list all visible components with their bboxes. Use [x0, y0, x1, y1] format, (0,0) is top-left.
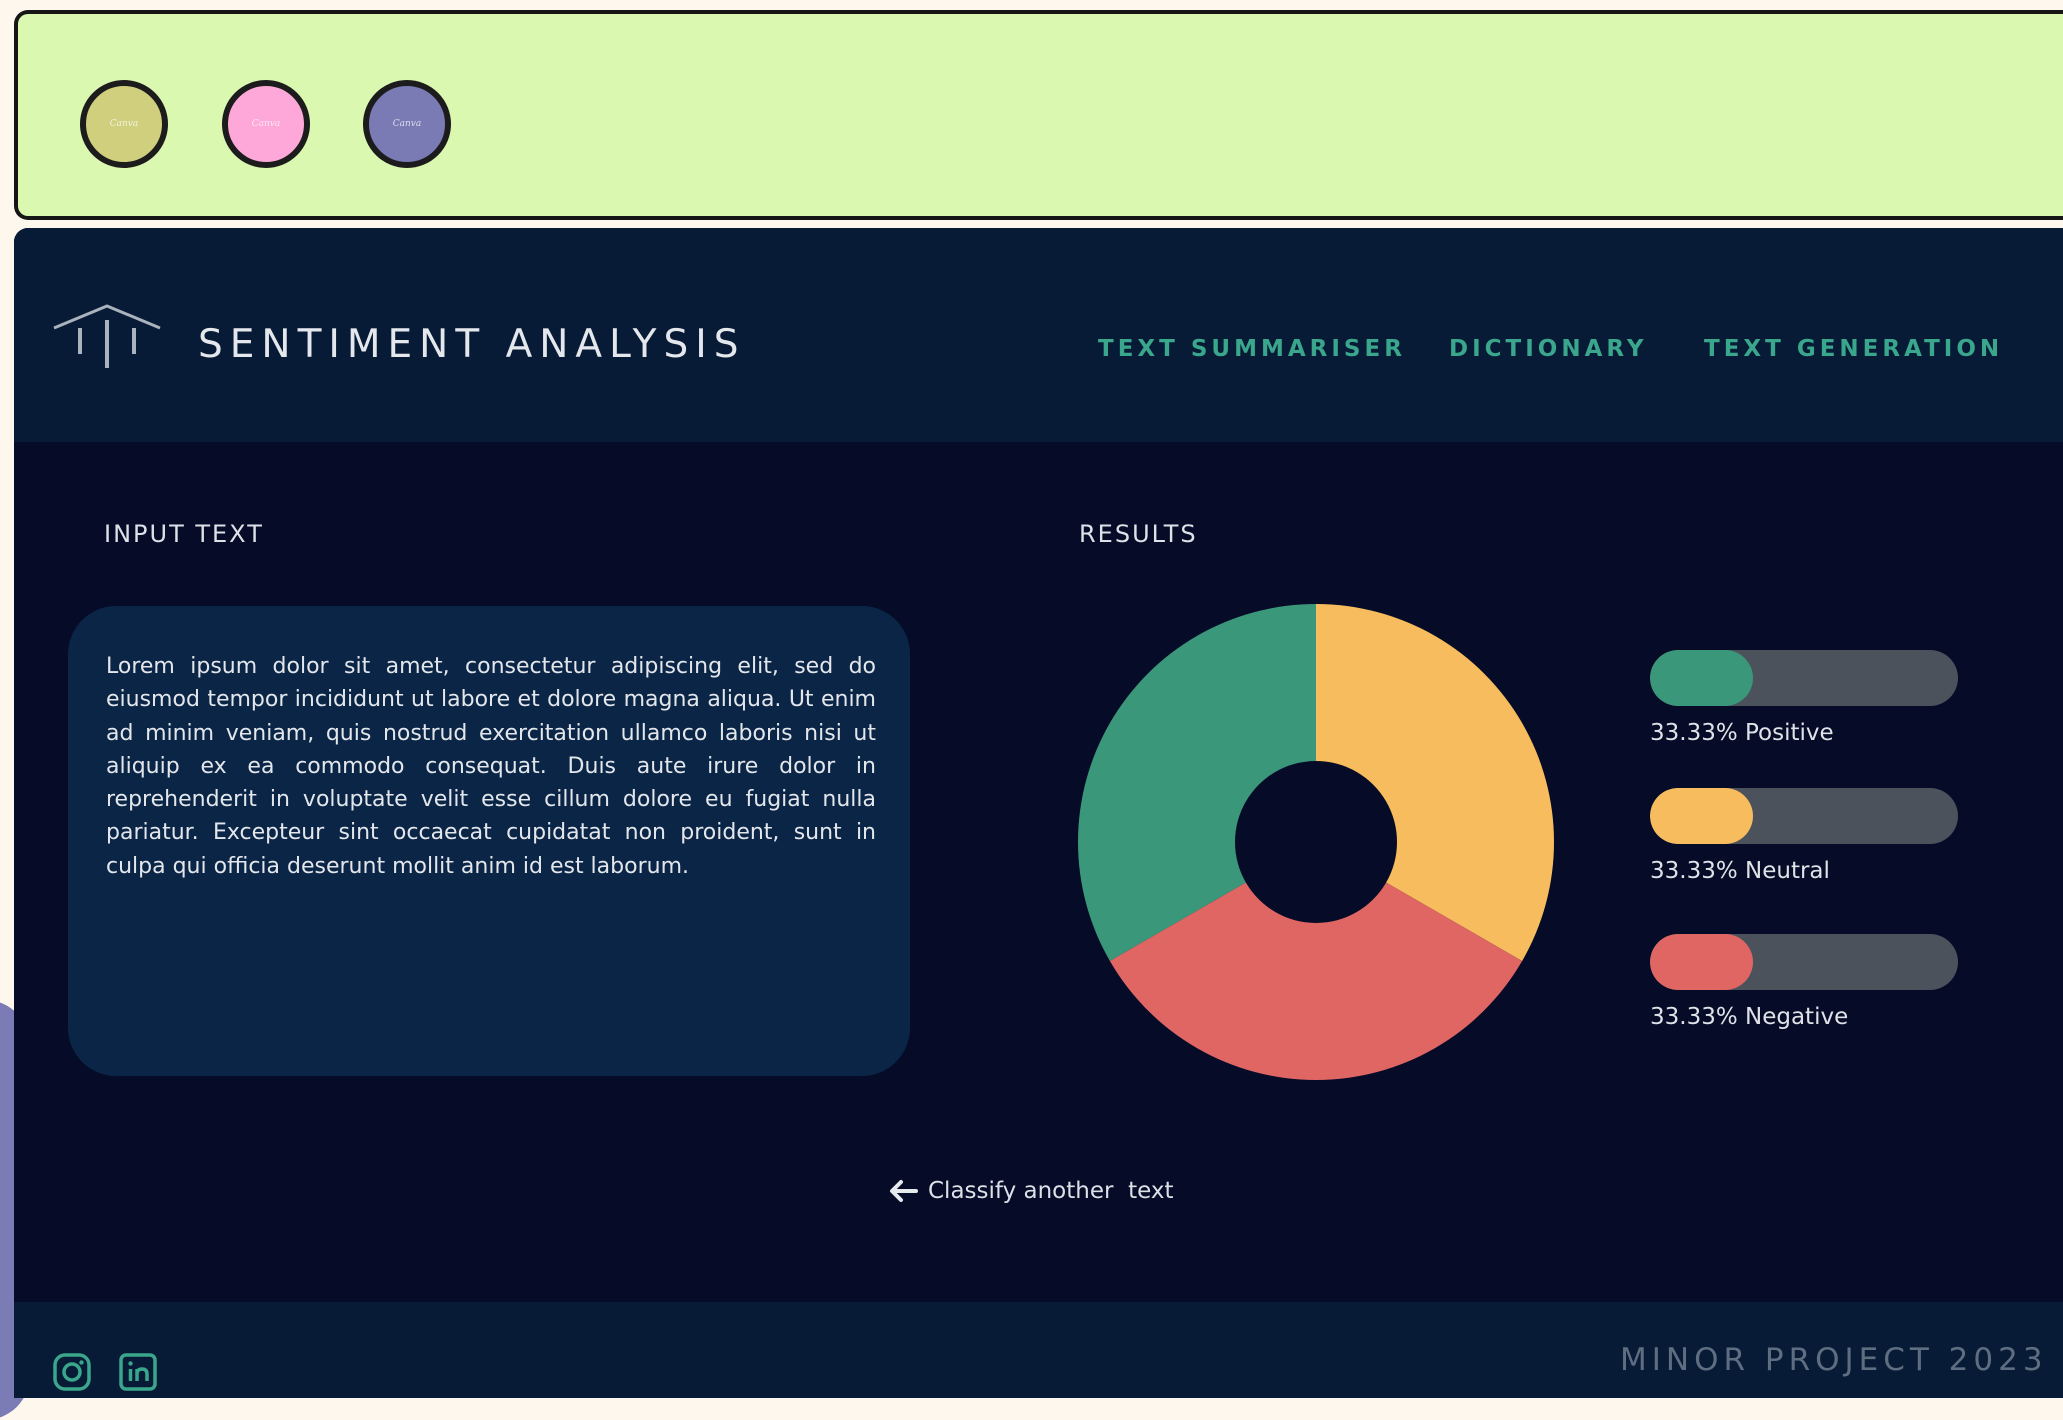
donut-slice-positive [1078, 604, 1316, 961]
results-section-label: RESULTS [1079, 520, 1198, 548]
app-footer: MINOR PROJECT 2023 [14, 1302, 2063, 1398]
nav-dictionary[interactable]: DICTIONARY [1449, 336, 1647, 362]
result-positive: 33.33% Positive [1650, 650, 1958, 746]
progress-track [1650, 788, 1958, 844]
window-control-label: Canva [109, 119, 139, 129]
nav-text-generation[interactable]: TEXT GENERATION [1704, 336, 2003, 362]
arrow-left-icon [890, 1180, 918, 1202]
pillars-icon [53, 304, 161, 368]
window-control-3[interactable]: Canva [363, 80, 451, 168]
window-control-label: Canva [392, 119, 422, 129]
app-window: SENTIMENT ANALYSIS TEXT SUMMARISER DICTI… [14, 228, 2063, 1398]
result-label-positive: 33.33% Positive [1650, 720, 1834, 746]
input-section-label: INPUT TEXT [104, 520, 264, 548]
linkedin-icon[interactable] [118, 1352, 158, 1392]
progress-fill-neutral [1650, 788, 1753, 844]
app-header: SENTIMENT ANALYSIS TEXT SUMMARISER DICTI… [14, 228, 2063, 442]
result-label-neutral: 33.33% Neutral [1650, 858, 1830, 884]
input-text-content[interactable]: Lorem ipsum dolor sit amet, consectetur … [106, 650, 876, 883]
nav-text-summariser[interactable]: TEXT SUMMARISER [1098, 336, 1406, 362]
donut-slice-neutral [1316, 604, 1554, 961]
classify-another-label: Classify another text [928, 1178, 1174, 1204]
window-control-label: Canva [251, 119, 281, 129]
sentiment-donut-chart [1078, 604, 1554, 1080]
result-negative: 33.33% Negative [1650, 934, 1958, 1030]
classify-another-button[interactable]: Classify another text [888, 1178, 1173, 1204]
window-control-1[interactable]: Canva [80, 80, 168, 168]
result-label-negative: 33.33% Negative [1650, 1004, 1849, 1030]
footer-project-label: MINOR PROJECT 2023 [1620, 1342, 2048, 1378]
result-neutral: 33.33% Neutral [1650, 788, 1958, 884]
app-title: SENTIMENT ANALYSIS [198, 322, 746, 367]
progress-fill-negative [1650, 934, 1753, 990]
instagram-icon[interactable] [52, 1352, 92, 1392]
browser-bar: Canva Canva Canva [14, 10, 2063, 220]
progress-track [1650, 934, 1958, 990]
input-text-card[interactable]: Lorem ipsum dolor sit amet, consectetur … [68, 606, 910, 1076]
progress-track [1650, 650, 1958, 706]
window-control-2[interactable]: Canva [222, 80, 310, 168]
progress-fill-positive [1650, 650, 1753, 706]
